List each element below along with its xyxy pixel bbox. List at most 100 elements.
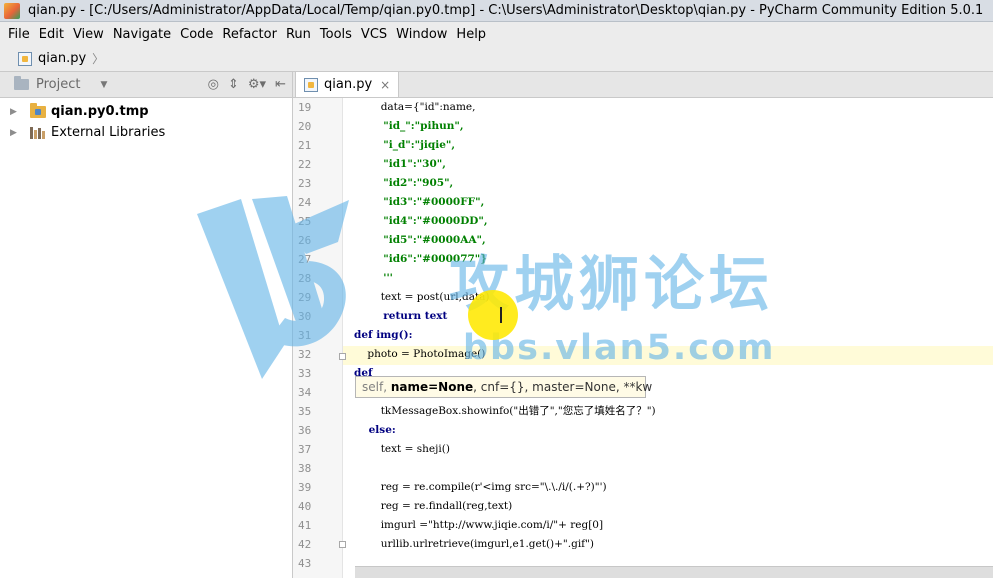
- code-line: urllib.urlretrieve(imgurl,e1.get()+".gif…: [354, 538, 594, 550]
- tooltip-param-rest: , cnf={}, master=None, **kw: [473, 380, 653, 394]
- code-line: "id4":"#0000DD",: [354, 215, 488, 227]
- code-line: "id6":"#000077"}: [354, 253, 488, 265]
- line-number: 33: [298, 367, 312, 380]
- code-line: "id5":"#0000AA",: [354, 234, 486, 246]
- line-number: 36: [298, 424, 312, 437]
- code-line: ''': [354, 272, 393, 284]
- breadcrumb-arrow: 〉: [92, 52, 105, 66]
- settings-gear-icon[interactable]: ⚙▾: [248, 77, 266, 92]
- code-lines: data={"id":name, "id_":"pihun", "i_d":"j…: [354, 98, 993, 578]
- menu-bar: File Edit View Navigate Code Refactor Ru…: [0, 22, 993, 46]
- module-folder-icon: [30, 102, 46, 118]
- editor-panel: qian.py × 19 20 21 22 23 24 25 26 27 28 …: [293, 71, 993, 578]
- code-line: "id3":"#0000FF",: [354, 196, 485, 208]
- navigation-bar: qian.py 〉: [0, 46, 993, 72]
- line-number: 31: [298, 329, 312, 342]
- menu-code[interactable]: Code: [180, 27, 213, 42]
- breadcrumb-file[interactable]: qian.py: [38, 51, 86, 66]
- line-number: 25: [298, 215, 312, 228]
- menu-window[interactable]: Window: [396, 27, 447, 42]
- line-number: 20: [298, 120, 312, 133]
- tree-item-label: qian.py0.tmp: [51, 104, 149, 119]
- window-title: qian.py - [C:/Users/Administrator/AppDat…: [28, 3, 984, 18]
- menu-navigate[interactable]: Navigate: [113, 27, 171, 42]
- code-line: data={"id":name,: [354, 101, 476, 113]
- code-line: tkMessageBox.showinfo("出错了","您忘了填姓名了？"): [354, 405, 656, 417]
- tab-close-icon[interactable]: ×: [380, 78, 390, 92]
- mouse-highlight: [468, 290, 518, 340]
- line-number: 40: [298, 500, 312, 513]
- code-line: text = post(url,data): [354, 291, 490, 303]
- project-panel: Project ▼ ◎ ⇕ ⚙▾ ⇤ ▶ qian.py0.tmp ▶ Exte…: [0, 72, 293, 578]
- project-toolbar: ◎ ⇕ ⚙▾ ⇤: [199, 77, 286, 92]
- menu-help[interactable]: Help: [456, 27, 486, 42]
- code-line: text = sheji(): [354, 443, 450, 455]
- expand-arrow-icon[interactable]: ▶: [10, 128, 30, 138]
- code-editor[interactable]: 19 20 21 22 23 24 25 26 27 28 29 30 31 3…: [293, 98, 993, 578]
- tab-label: qian.py: [324, 77, 373, 92]
- project-panel-title[interactable]: Project: [36, 77, 80, 92]
- fold-marker-icon[interactable]: [339, 353, 346, 360]
- project-folder-icon: [14, 76, 29, 90]
- menu-view[interactable]: View: [73, 27, 104, 42]
- line-number: 42: [298, 538, 312, 551]
- line-number-gutter: 19 20 21 22 23 24 25 26 27 28 29 30 31 3…: [293, 98, 343, 578]
- line-number: 35: [298, 405, 312, 418]
- python-file-icon: [304, 77, 318, 92]
- line-number: 27: [298, 253, 312, 266]
- line-number: 23: [298, 177, 312, 190]
- editor-tab-bar: qian.py ×: [293, 71, 993, 98]
- project-tree: ▶ qian.py0.tmp ▶ External Libraries: [0, 98, 292, 143]
- tooltip-param-self: self,: [362, 380, 388, 394]
- code-line: "id2":"905",: [354, 177, 454, 189]
- menu-vcs[interactable]: VCS: [361, 27, 387, 42]
- code-line: else:: [354, 424, 396, 436]
- code-line: reg = re.findall(reg,text): [354, 500, 513, 512]
- line-number: 28: [298, 272, 312, 285]
- code-line: reg = re.compile(r'<img src="\.\./i/(.+?…: [354, 481, 607, 493]
- code-line: "id_":"pihun",: [354, 120, 464, 132]
- pycharm-app-icon: [4, 2, 20, 19]
- python-file-icon: [18, 51, 32, 66]
- library-icon: [30, 126, 46, 139]
- menu-edit[interactable]: Edit: [39, 27, 64, 42]
- menu-file[interactable]: File: [8, 27, 30, 42]
- project-panel-header: Project ▼ ◎ ⇕ ⚙▾ ⇤: [0, 72, 292, 98]
- code-line: def img():: [354, 329, 413, 341]
- hide-panel-icon[interactable]: ⇤: [275, 77, 286, 92]
- line-number: 38: [298, 462, 312, 475]
- fold-marker-icon[interactable]: [339, 541, 346, 548]
- line-number: 43: [298, 557, 312, 570]
- expand-arrow-icon[interactable]: ▶: [10, 107, 30, 117]
- project-dropdown-icon[interactable]: ▼: [100, 80, 107, 90]
- code-line: return text: [354, 310, 448, 322]
- horizontal-scrollbar[interactable]: [355, 566, 993, 578]
- code-line: photo = PhotoImage(): [354, 348, 486, 360]
- line-number: 24: [298, 196, 312, 209]
- window-titlebar: qian.py - [C:/Users/Administrator/AppDat…: [0, 0, 993, 22]
- line-number: 39: [298, 481, 312, 494]
- line-number: 34: [298, 386, 312, 399]
- code-line: imgurl ="http://www.jiqie.com/i/"+ reg[0…: [354, 519, 604, 531]
- code-line: "i_d":"jiqie",: [354, 139, 456, 151]
- tree-item-qian-tmp[interactable]: ▶ qian.py0.tmp: [0, 101, 292, 122]
- line-number: 37: [298, 443, 312, 456]
- line-number: 29: [298, 291, 312, 304]
- tree-item-external-libraries[interactable]: ▶ External Libraries: [0, 122, 292, 143]
- menu-tools[interactable]: Tools: [320, 27, 352, 42]
- tab-qian-py[interactable]: qian.py ×: [295, 71, 400, 97]
- menu-run[interactable]: Run: [286, 27, 311, 42]
- line-number: 32: [298, 348, 312, 361]
- sync-icon[interactable]: ◎: [208, 77, 219, 92]
- text-cursor-icon: [500, 307, 508, 323]
- line-number: 26: [298, 234, 312, 247]
- tree-item-label: External Libraries: [51, 125, 166, 140]
- collapse-icon[interactable]: ⇕: [228, 77, 239, 92]
- code-line: "id1":"30",: [354, 158, 446, 170]
- line-number: 41: [298, 519, 312, 532]
- line-number: 22: [298, 158, 312, 171]
- tooltip-param-name: name=None: [390, 380, 474, 394]
- menu-refactor[interactable]: Refactor: [222, 27, 277, 42]
- line-number: 19: [298, 101, 312, 114]
